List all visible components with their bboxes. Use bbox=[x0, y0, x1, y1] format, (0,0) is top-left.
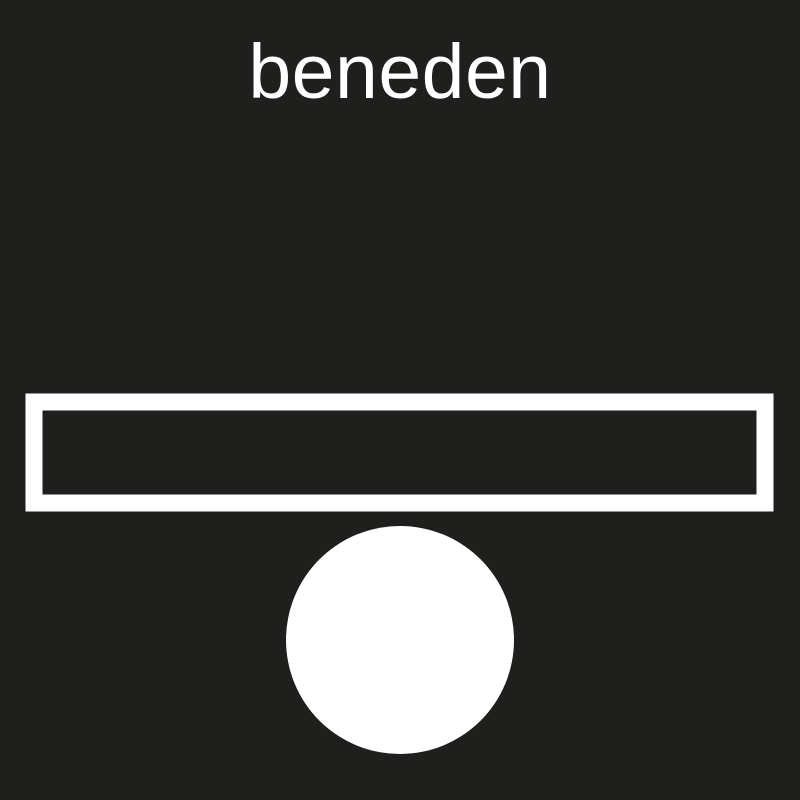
below-pictogram bbox=[25, 393, 774, 754]
circle-below-bar bbox=[286, 526, 514, 754]
reference-bar-outline bbox=[25, 393, 774, 512]
pictogram-card: beneden bbox=[0, 0, 800, 800]
